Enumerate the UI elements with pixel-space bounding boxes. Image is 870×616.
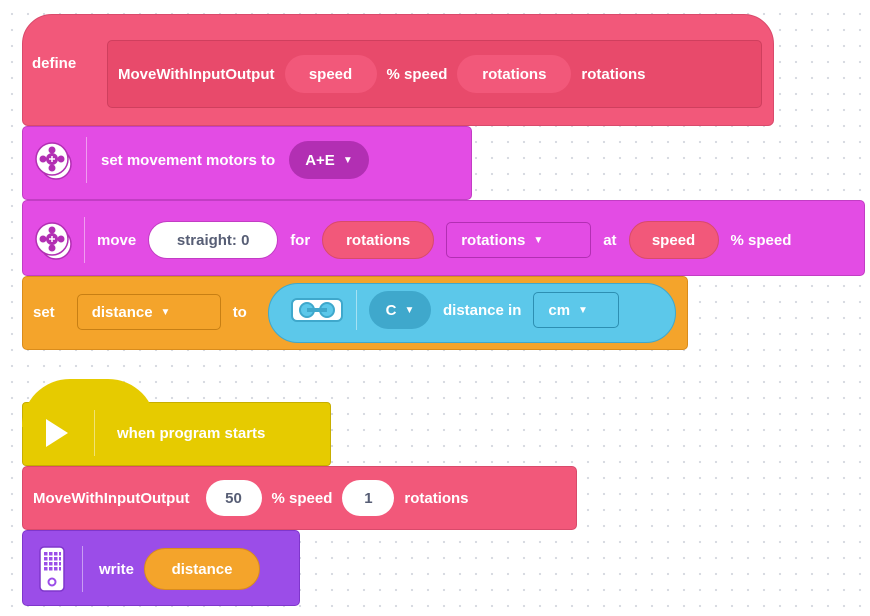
chevron-down-icon: ▼ <box>533 234 544 246</box>
distance-unit-dropdown[interactable]: cm ▼ <box>533 292 620 328</box>
move-rotations-reporter[interactable]: rotations <box>322 221 435 259</box>
motor-pair-icon <box>34 219 72 261</box>
define-param-rotations[interactable]: rotations <box>457 55 572 93</box>
chevron-down-icon: ▼ <box>578 304 588 316</box>
motor-pair-icon <box>34 139 72 181</box>
block-separator <box>82 546 83 592</box>
define-param-speed[interactable]: speed <box>284 55 377 93</box>
chevron-down-icon: ▼ <box>404 304 415 316</box>
move-at-label: at <box>603 231 617 249</box>
call-speed-text: % speed <box>271 489 333 507</box>
block-separator <box>94 410 95 456</box>
variable-value: distance <box>91 303 153 321</box>
rotations-value-input[interactable]: 1 <box>342 480 395 516</box>
set-to-label: to <box>232 303 247 321</box>
play-icon <box>40 415 72 451</box>
move-unit-dropdown[interactable]: rotations ▼ <box>446 222 592 258</box>
hub-display-icon <box>38 546 66 592</box>
sensor-distance-label: distance in <box>443 301 522 319</box>
block-separator <box>84 217 85 263</box>
move-speed-reporter[interactable]: speed <box>628 221 719 259</box>
define-text-rotations: rotations <box>581 65 646 83</box>
speed-value-input[interactable]: 50 <box>205 480 262 516</box>
move-for-label: for <box>290 231 311 249</box>
distance-variable-reporter[interactable]: distance <box>144 548 261 590</box>
define-keyword: define <box>32 55 77 72</box>
chevron-down-icon: ▼ <box>160 306 171 318</box>
move-direction-input[interactable]: straight: 0 <box>148 221 279 259</box>
distance-unit-value: cm <box>548 301 571 319</box>
define-block-name: MoveWithInputOutput <box>118 65 275 83</box>
define-text-speed: % speed <box>386 65 448 83</box>
variable-dropdown[interactable]: distance ▼ <box>76 294 221 330</box>
block-separator <box>356 290 357 330</box>
set-label: set <box>33 303 55 321</box>
call-rotations-text: rotations <box>404 489 469 507</box>
motor-ports-dropdown[interactable]: A+E ▼ <box>289 141 369 179</box>
motor-ports-value: A+E <box>305 151 335 169</box>
when-program-starts-label: when program starts <box>117 424 266 442</box>
set-motors-label: set movement motors to <box>101 151 276 169</box>
sensor-port-dropdown[interactable]: C ▼ <box>369 291 431 329</box>
move-speed-text: % speed <box>730 231 792 249</box>
move-label: move <box>97 231 137 249</box>
sensor-port-value: C <box>385 301 397 319</box>
call-block-name: MoveWithInputOutput <box>33 489 190 507</box>
block-separator <box>86 137 87 183</box>
chevron-down-icon: ▼ <box>342 154 353 166</box>
write-label: write <box>99 560 135 578</box>
move-unit-value: rotations <box>461 231 526 249</box>
distance-sensor-icon <box>290 296 344 324</box>
